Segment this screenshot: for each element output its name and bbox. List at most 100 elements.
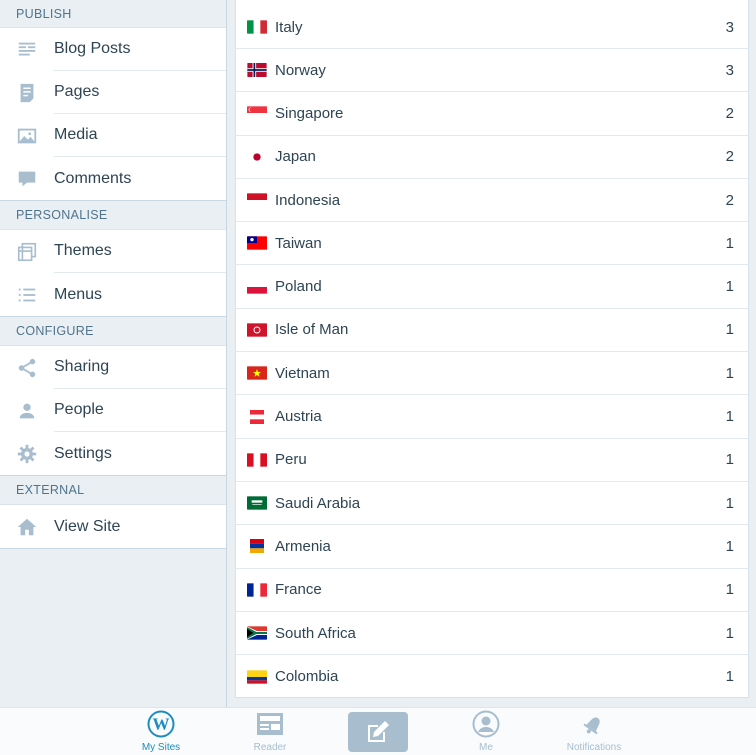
view-count: 2 xyxy=(725,148,734,166)
view-count: 1 xyxy=(725,494,734,512)
sidebar-item-label: View Site xyxy=(54,517,121,535)
countries-list: Italy 3 Norway 3 Singapore 2 Japan 2 Indonesia 2 T… xyxy=(235,0,749,698)
country-name: South Africa xyxy=(275,624,356,642)
view-count: 3 xyxy=(725,61,734,79)
country-name: Poland xyxy=(275,278,322,296)
sidebar-item-label: Blog Posts xyxy=(54,28,226,71)
country-row[interactable]: Armenia 1 xyxy=(236,525,748,569)
country-name: Norway xyxy=(275,61,326,79)
sidebar-item-label: Media xyxy=(54,114,226,157)
isle-of-man-flag-icon xyxy=(247,323,267,337)
country-name: Taiwan xyxy=(275,234,322,252)
sidebar-item-people[interactable]: People xyxy=(0,389,226,432)
section-header: EXTERNAL xyxy=(0,476,226,505)
sidebar-item-pages[interactable]: Pages xyxy=(0,71,226,114)
country-name: Isle of Man xyxy=(275,321,349,339)
section-group: Sharing People Settings xyxy=(0,346,226,476)
poland-flag-icon xyxy=(247,279,267,294)
people-icon xyxy=(0,389,54,432)
tab-reader[interactable]: Reader xyxy=(225,708,315,755)
country-row[interactable]: Norway 3 xyxy=(236,49,748,93)
tab-my-sites[interactable]: W My Sites xyxy=(116,708,206,755)
country-name: Colombia xyxy=(275,668,339,686)
country-row[interactable]: Austria 1 xyxy=(236,395,748,439)
country-name: Vietnam xyxy=(275,364,330,382)
tab-label: Reader xyxy=(253,742,287,753)
section-header: PUBLISH xyxy=(0,0,226,28)
country-name: Japan xyxy=(275,148,316,166)
vietnam-flag-icon xyxy=(247,366,267,380)
sidebar-item-media[interactable]: Media xyxy=(0,114,226,157)
norway-flag-icon xyxy=(247,63,267,78)
saudi-arabia-flag-icon xyxy=(247,496,267,510)
sidebar: PUBLISH Blog Posts Pages Media Comments PERSO… xyxy=(0,0,227,707)
view-count: 2 xyxy=(725,104,734,122)
country-row[interactable]: Isle of Man 1 xyxy=(236,309,748,353)
country-row[interactable]: Taiwan 1 xyxy=(236,222,748,266)
country-row[interactable]: Saudi Arabia 1 xyxy=(236,482,748,526)
country-name: Italy xyxy=(275,18,303,36)
armenia-flag-icon xyxy=(247,539,267,554)
menus-icon xyxy=(0,273,54,316)
country-row[interactable]: Japan 2 xyxy=(236,136,748,179)
country-name: Austria xyxy=(275,408,322,426)
section-group: View Site xyxy=(0,505,226,549)
view-count: 1 xyxy=(725,278,734,296)
country-name: Saudi Arabia xyxy=(275,494,361,512)
bell-icon xyxy=(580,708,608,738)
view-count: 1 xyxy=(725,234,734,252)
house-icon xyxy=(0,505,54,548)
taiwan-flag-icon xyxy=(247,236,267,250)
sidebar-item-themes[interactable]: Themes xyxy=(0,230,226,273)
country-row[interactable]: Colombia 1 xyxy=(236,655,748,698)
sidebar-item-settings[interactable]: Settings xyxy=(0,432,226,475)
sidebar-item-view-site[interactable]: View Site xyxy=(0,505,226,548)
indonesia-flag-icon xyxy=(247,193,267,207)
section-header: CONFIGURE xyxy=(0,317,226,346)
pages-icon xyxy=(0,71,54,114)
sidebar-item-menus[interactable]: Menus xyxy=(0,273,226,316)
sidebar-item-label: Themes xyxy=(54,230,226,273)
tab-label: Notifications xyxy=(566,742,622,753)
france-flag-icon xyxy=(247,583,267,597)
country-name: France xyxy=(275,581,322,599)
me-icon xyxy=(472,708,500,738)
media-icon xyxy=(0,114,54,157)
wordpress-icon: W xyxy=(147,708,175,738)
south-africa-flag-icon xyxy=(247,626,267,640)
tab-notifications[interactable]: Notifications xyxy=(549,708,639,755)
tab-me[interactable]: Me xyxy=(441,708,531,755)
view-count: 1 xyxy=(725,668,734,686)
settings-icon xyxy=(0,432,54,475)
singapore-flag-icon xyxy=(247,106,267,121)
country-row[interactable]: Singapore 2 xyxy=(236,92,748,136)
country-row[interactable]: Indonesia 2 xyxy=(236,179,748,223)
country-row[interactable]: Vietnam 1 xyxy=(236,352,748,396)
country-row[interactable]: France 1 xyxy=(236,569,748,612)
country-row[interactable]: Peru 1 xyxy=(236,439,748,482)
sidebar-item-label: Menus xyxy=(54,285,103,303)
tab-bar: W My Sites Reader Me Notifications xyxy=(0,707,756,755)
svg-text:W: W xyxy=(153,715,170,734)
italy-flag-icon xyxy=(247,20,267,34)
country-name: Singapore xyxy=(275,104,344,122)
view-count: 1 xyxy=(725,581,734,599)
view-count: 1 xyxy=(725,624,734,642)
view-count: 1 xyxy=(725,408,734,426)
write-button[interactable] xyxy=(348,712,408,752)
sidebar-item-sharing[interactable]: Sharing xyxy=(0,346,226,389)
section-group: Blog Posts Pages Media Comments xyxy=(0,28,226,201)
country-row[interactable]: Poland 1 xyxy=(236,265,748,309)
tab-label: My Sites xyxy=(141,742,181,753)
write-icon xyxy=(365,719,391,745)
country-row[interactable]: Italy 3 xyxy=(236,0,748,49)
view-count: 2 xyxy=(725,191,734,209)
reader-icon xyxy=(256,708,284,738)
sidebar-item-label: Settings xyxy=(54,444,112,462)
sidebar-item-blog-posts[interactable]: Blog Posts xyxy=(0,28,226,71)
sidebar-item-comments[interactable]: Comments xyxy=(0,157,226,200)
country-name: Indonesia xyxy=(275,191,341,209)
austria-flag-icon xyxy=(247,409,267,424)
country-row[interactable]: South Africa 1 xyxy=(236,612,748,656)
sidebar-item-label: Pages xyxy=(54,71,226,114)
